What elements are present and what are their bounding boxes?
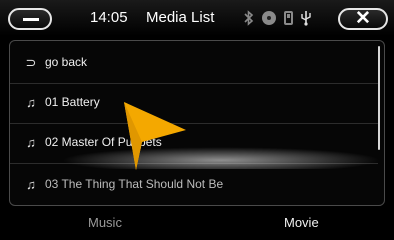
list-item-go-back[interactable]: ⊃ go back [10,43,378,83]
list-item-label: 01 Battery [45,95,100,109]
page-title: Media List [146,9,215,26]
status-icons [244,9,319,27]
list-item-label: 03 The Thing That Should Not Be [45,177,224,191]
disc-icon [262,11,276,25]
pointer-cursor-icon [124,102,186,170]
close-icon: ✕ [355,8,371,29]
tab-movie[interactable]: Movie [284,215,319,230]
scrollbar[interactable] [378,46,380,150]
list-item[interactable]: ♫ 01 Battery [10,83,378,123]
back-arrow-icon: ⊃ [25,55,37,70]
music-note-icon: ♫ [26,135,36,150]
tab-music[interactable]: Music [88,215,122,230]
minus-button[interactable] [8,8,52,30]
list-item-label: go back [45,55,88,69]
ipod-icon [284,11,293,25]
status-bar: 14:05 Media List ✕ [0,0,394,36]
clock: 14:05 [90,9,128,26]
selection-glow [61,147,381,169]
usb-icon [301,10,311,26]
close-button[interactable]: ✕ [338,8,388,30]
bluetooth-icon [244,10,254,26]
tab-bar: Music Movie [0,207,394,240]
music-note-icon: ♫ [26,177,36,192]
list-item[interactable]: ♫ 03 The Thing That Should Not Be [10,165,378,205]
minus-icon [23,18,39,21]
music-note-icon: ♫ [26,95,36,110]
media-list: ⊃ go back ♫ 01 Battery ♫ 02 Master Of Pu… [9,40,385,206]
